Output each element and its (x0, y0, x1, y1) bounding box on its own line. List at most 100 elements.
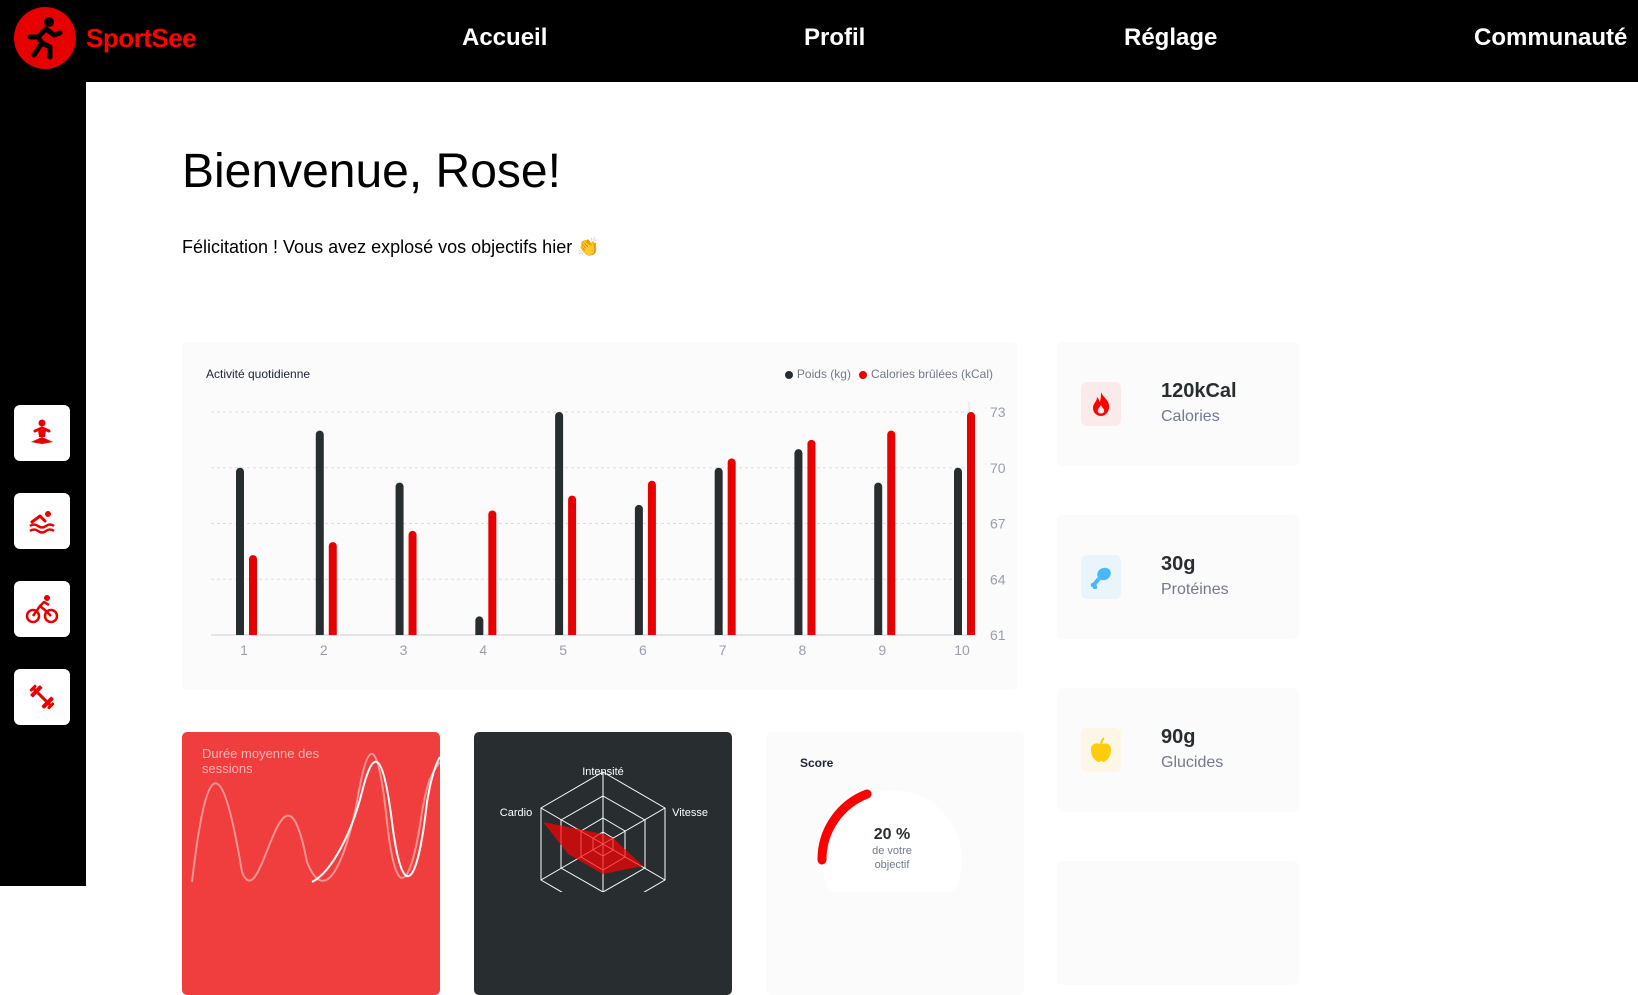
bar-calories (887, 430, 896, 635)
bar-weight-base (315, 631, 324, 635)
bar-weight (315, 430, 324, 635)
sidebar-meditation-button[interactable] (14, 405, 70, 461)
nav-profil[interactable]: Profil (804, 24, 865, 52)
bar-weight (714, 467, 723, 635)
x-tick-label: 5 (559, 642, 567, 658)
stat-card-lipids (1057, 861, 1299, 985)
y-tick-label: 73 (990, 404, 1006, 420)
bar-weight-base (714, 631, 723, 635)
bar-calories (647, 480, 656, 635)
bar-calories-base (249, 631, 257, 635)
bar-weight (236, 467, 244, 635)
average-sessions-line (191, 752, 440, 883)
stat-icon-box-proteins (1081, 555, 1121, 599)
bar-weight-base (794, 631, 803, 635)
performance-radar-card: Intensité Vitesse Cardio (474, 732, 732, 995)
stat-icon-box-carbs (1081, 728, 1121, 772)
bar-weight (395, 482, 404, 635)
sidebar-swimming-button[interactable] (14, 493, 70, 549)
bar-calories (727, 458, 736, 635)
bar-weight (954, 467, 962, 635)
brand-name: SportSee (86, 22, 197, 53)
radar-label-vitesse: Vitesse (672, 807, 708, 819)
bar-calories-base (568, 631, 577, 635)
stat-card-calories: 120kCal Calories (1057, 342, 1299, 466)
bar-weight (794, 449, 803, 635)
bar-calories (408, 530, 417, 635)
congrats-message: Félicitation ! Vous avez explosé vos obj… (182, 237, 600, 257)
bar-calories (249, 555, 257, 635)
y-tick-label: 64 (990, 571, 1006, 587)
bar-weight (874, 482, 883, 635)
bar-weight-base (874, 631, 883, 635)
bar-calories-base (647, 631, 656, 635)
bar-weight (634, 504, 643, 635)
x-tick-label: 9 (878, 642, 886, 658)
meditation-icon (31, 419, 53, 444)
bar-weight-base (634, 631, 643, 635)
nav-accueil[interactable]: Accueil (462, 24, 547, 52)
bar-weight-base (395, 631, 404, 635)
bar-calories-base (328, 631, 337, 635)
sidebar-bodybuilding-button[interactable] (14, 669, 70, 725)
runner-logo-icon (14, 7, 76, 69)
bar-calories-base (488, 631, 497, 635)
sidebar-cycling-button[interactable] (14, 581, 70, 637)
nav-reglage[interactable]: Réglage (1124, 24, 1217, 52)
bar-weight (555, 412, 564, 635)
page-title: Bienvenue, Rose! (182, 145, 561, 198)
bar-calories-base (967, 631, 975, 635)
stat-value-calories: 120kCal (1161, 380, 1237, 402)
bar-calories (488, 510, 497, 635)
y-tick-label: 67 (990, 516, 1006, 532)
flame-icon (1093, 392, 1110, 416)
x-tick-label: 2 (320, 642, 328, 658)
radar-label-cardio: Cardio (500, 807, 532, 819)
sidebar (0, 82, 86, 886)
bar-calories (568, 495, 577, 635)
bar-weight-base (236, 631, 244, 635)
score-caption-line2: objectif (874, 859, 910, 871)
bar-calories-base (727, 631, 736, 635)
bar-weight-base (555, 631, 564, 635)
score-caption-line1: de votre (872, 845, 912, 857)
x-tick-label: 8 (799, 642, 807, 658)
y-tick-label: 61 (990, 627, 1006, 643)
x-tick-label: 3 (400, 642, 408, 658)
average-sessions-card: Durée moyenne des sessions (182, 732, 440, 995)
brand-logo[interactable]: SportSee (14, 7, 197, 69)
y-tick-label: 70 (990, 460, 1006, 476)
score-text: 20 % de votre objectif (842, 826, 942, 872)
bar-calories (328, 542, 337, 635)
swimming-icon (29, 511, 55, 534)
activity-chart: 61646770731 2 3 4 5 6 7 8 9 10 (211, 402, 1006, 658)
bar-calories-base (408, 631, 417, 635)
cycling-icon (25, 595, 59, 624)
bar-weight-base (475, 631, 484, 635)
activity-chart-card: Activité quotidienne Poids (kg) Calories… (182, 342, 1017, 690)
nav-communaute[interactable]: Communauté (1474, 24, 1627, 52)
stat-label-calories: Calories (1161, 408, 1220, 425)
radar-label-intensite: Intensité (582, 766, 624, 778)
stat-card-proteins: 30g Protéines (1057, 515, 1299, 639)
bar-calories (807, 439, 816, 635)
chicken-icon (1090, 567, 1111, 589)
stat-icon-box-calories (1081, 382, 1121, 426)
stat-card-carbs: 90g Glucides (1057, 688, 1299, 812)
score-value: 20 % (873, 826, 911, 843)
x-tick-label: 4 (479, 642, 487, 658)
performance-radar: Intensité Vitesse Cardio (500, 766, 708, 892)
x-tick-label: 7 (719, 642, 727, 658)
bar-calories (967, 412, 975, 635)
stat-value-proteins: 30g (1161, 553, 1196, 575)
top-navigation: SportSee Accueil Profil Réglage Communau… (0, 0, 1638, 82)
stat-label-carbs: Glucides (1161, 754, 1224, 771)
score-card: Score 20 % de votre objectif (766, 732, 1024, 995)
bar-calories-base (807, 631, 816, 635)
bar-weight-base (954, 631, 962, 635)
x-tick-label: 6 (639, 642, 647, 658)
apple-icon (1091, 737, 1111, 762)
bar-calories-base (887, 631, 896, 635)
x-tick-label: 1 (240, 642, 248, 658)
stat-value-carbs: 90g (1161, 726, 1196, 748)
